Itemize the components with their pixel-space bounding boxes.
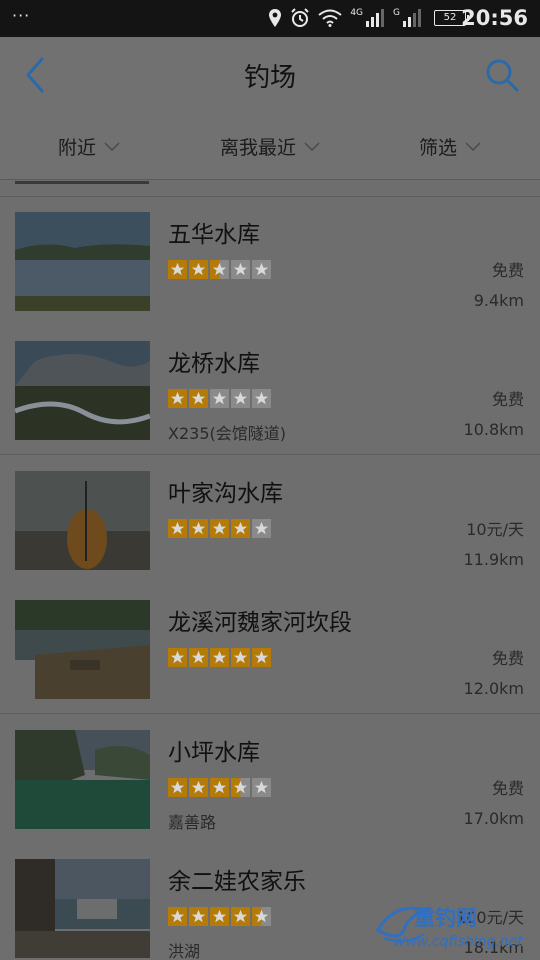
list-item[interactable]: 叶家沟水库 10元/天 11.9km: [0, 456, 540, 585]
star-half-icon: [252, 907, 271, 926]
spot-distance: 9.4km: [473, 291, 524, 310]
search-icon: [486, 59, 519, 92]
star-empty-icon: [231, 389, 250, 408]
star-filled-icon: [168, 519, 187, 538]
spot-photo: [15, 212, 150, 311]
star-filled-icon: [189, 389, 208, 408]
rating-stars: [168, 389, 271, 408]
clock: 20:56: [461, 6, 528, 30]
filter-bar: 附近 离我最近 筛选: [0, 113, 540, 180]
signal-icon: [366, 9, 385, 27]
spot-name: 龙溪河魏家河坎段: [168, 610, 352, 636]
star-filled-icon: [252, 648, 271, 667]
spot-name: 小坪水库: [168, 740, 260, 766]
spot-distance: 12.0km: [463, 679, 524, 698]
list-item[interactable]: 小坪水库 免费 嘉善路 17.0km: [0, 715, 540, 844]
star-empty-icon: [210, 389, 229, 408]
spot-name: 余二娃农家乐: [168, 869, 306, 895]
spot-price: 免费: [491, 261, 524, 280]
spot-photo: [15, 730, 150, 829]
rating-stars: [168, 519, 271, 538]
spot-name: 五华水库: [168, 222, 260, 248]
spot-address: 洪湖: [168, 942, 201, 960]
spot-price: 10元/天: [466, 520, 524, 539]
spot-distance: 11.9km: [463, 550, 524, 569]
nav-bar: 钓场: [0, 37, 540, 113]
spot-address: X235(会馆隧道): [168, 424, 286, 443]
search-button[interactable]: [484, 57, 520, 93]
filter-nearby-label: 附近: [58, 137, 97, 159]
rating-stars: [168, 260, 271, 279]
filter-screen[interactable]: 筛选: [419, 133, 481, 160]
star-empty-icon: [252, 519, 271, 538]
star-filled-icon: [189, 519, 208, 538]
watermark-url: www.cqfishing.net: [394, 934, 523, 950]
spot-photo: [15, 600, 150, 699]
wifi-icon: [318, 9, 342, 27]
rating-stars: [168, 907, 271, 926]
star-filled-icon: [210, 648, 229, 667]
list-item[interactable]: 龙桥水库 免费 X235(会馆隧道) 10.8km: [0, 326, 540, 455]
location-icon: [269, 9, 282, 27]
list-item[interactable]: 龙溪河魏家河坎段 免费 12.0km: [0, 585, 540, 714]
site-watermark: 重钓网 www.cqfishing.net: [374, 896, 534, 958]
star-empty-icon: [252, 389, 271, 408]
star-empty-icon: [252, 260, 271, 279]
spot-name: 龙桥水库: [168, 351, 260, 377]
star-filled-icon: [210, 519, 229, 538]
star-half-icon: [210, 260, 229, 279]
list-item[interactable]: 五华水库 免费 9.4km: [0, 197, 540, 326]
signal-icon-2: [403, 9, 421, 27]
status-icons: 4G G: [268, 8, 422, 28]
spot-address: 嘉善路: [168, 813, 217, 832]
page-title: 钓场: [243, 63, 296, 93]
star-empty-icon: [252, 778, 271, 797]
star-filled-icon: [189, 778, 208, 797]
star-filled-icon: [168, 907, 187, 926]
network-type: 4G: [350, 8, 364, 18]
spot-price: 免费: [491, 649, 524, 668]
star-filled-icon: [189, 907, 208, 926]
rating-stars: [168, 648, 271, 667]
star-half-icon: [231, 778, 250, 797]
rating-stars: [168, 778, 271, 797]
spot-name: 叶家沟水库: [168, 481, 283, 507]
spot-photo: [15, 341, 150, 440]
star-filled-icon: [189, 648, 208, 667]
previous-item-edge: [15, 181, 149, 184]
spot-photo: [15, 471, 150, 570]
chevron-down-icon: [104, 141, 120, 151]
star-filled-icon: [210, 907, 229, 926]
alarm-icon: [291, 8, 310, 27]
watermark-brand: 重钓网: [414, 906, 477, 930]
filter-screen-label: 筛选: [419, 137, 458, 159]
star-filled-icon: [189, 260, 208, 279]
filter-nearby[interactable]: 附近: [58, 133, 120, 160]
filter-closest[interactable]: 离我最近: [220, 133, 320, 160]
divider: [0, 713, 540, 714]
notification-dots: ···: [12, 6, 31, 25]
spot-photo: [15, 859, 150, 958]
status-bar: ··· 4G G 52 20:56: [0, 0, 540, 37]
star-filled-icon: [168, 389, 187, 408]
star-empty-icon: [231, 260, 250, 279]
network-type-2: G: [393, 8, 400, 18]
chevron-down-icon: [304, 141, 320, 151]
star-filled-icon: [168, 648, 187, 667]
filter-closest-label: 离我最近: [220, 137, 297, 159]
star-filled-icon: [210, 778, 229, 797]
chevron-down-icon: [465, 141, 481, 151]
star-filled-icon: [231, 519, 250, 538]
spot-price: 免费: [491, 779, 524, 798]
divider: [0, 454, 540, 455]
spot-price: 免费: [491, 390, 524, 409]
spot-distance: 17.0km: [463, 809, 524, 828]
star-filled-icon: [231, 648, 250, 667]
spot-distance: 10.8km: [463, 420, 524, 439]
star-filled-icon: [231, 907, 250, 926]
star-filled-icon: [168, 778, 187, 797]
star-filled-icon: [168, 260, 187, 279]
